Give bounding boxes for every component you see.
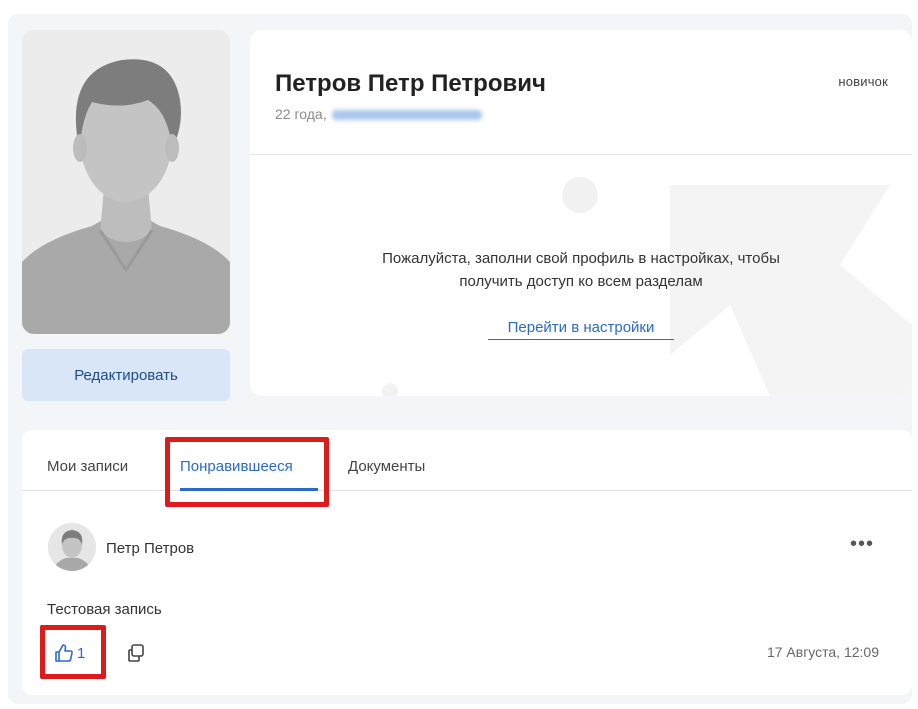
- avatar-icon: [48, 523, 96, 571]
- edit-profile-button[interactable]: Редактировать: [22, 349, 230, 401]
- notice-line-1: Пожалуйста, заполни свой профиль в настр…: [382, 250, 780, 267]
- profile-avatar: [22, 30, 230, 334]
- like-button[interactable]: 1: [54, 641, 85, 665]
- profile-name: Петров Петр Петрович: [275, 70, 546, 97]
- feed-card: Мои записи Понравившееся Документы Петр …: [22, 430, 912, 695]
- like-count: 1: [77, 644, 86, 662]
- more-dots-icon[interactable]: •••: [850, 534, 874, 554]
- tab-documents[interactable]: Документы: [348, 458, 425, 475]
- tab-my-posts[interactable]: Мои записи: [47, 458, 128, 475]
- tabs-divider: [22, 490, 912, 491]
- post-author-name[interactable]: Петр Петров: [106, 540, 194, 557]
- post-author-avatar[interactable]: [48, 523, 96, 571]
- status-badge: новичок: [838, 74, 888, 89]
- go-to-settings-link[interactable]: Перейти в настройки: [488, 319, 674, 340]
- thumbs-up-icon: [55, 644, 73, 662]
- profile-meta: 22 года,: [275, 106, 483, 122]
- profile-age: 22 года,: [275, 106, 327, 122]
- tab-liked[interactable]: Понравившееся: [180, 458, 293, 475]
- post-date: 17 Августа, 12:09: [766, 644, 879, 660]
- notice-line-2: получить доступ ко всем разделам: [459, 273, 703, 290]
- copy-button[interactable]: [125, 642, 147, 664]
- copy-icon: [128, 644, 144, 662]
- user-silhouette-icon: [22, 30, 230, 334]
- active-tab-indicator: [180, 488, 318, 491]
- email-blurred: [332, 110, 483, 121]
- profile-notice: Пожалуйста, заполни свой профиль в настр…: [250, 247, 912, 293]
- post-text: Тестовая запись: [47, 601, 162, 618]
- profile-card: Петров Петр Петрович 22 года, новичок По…: [250, 30, 912, 396]
